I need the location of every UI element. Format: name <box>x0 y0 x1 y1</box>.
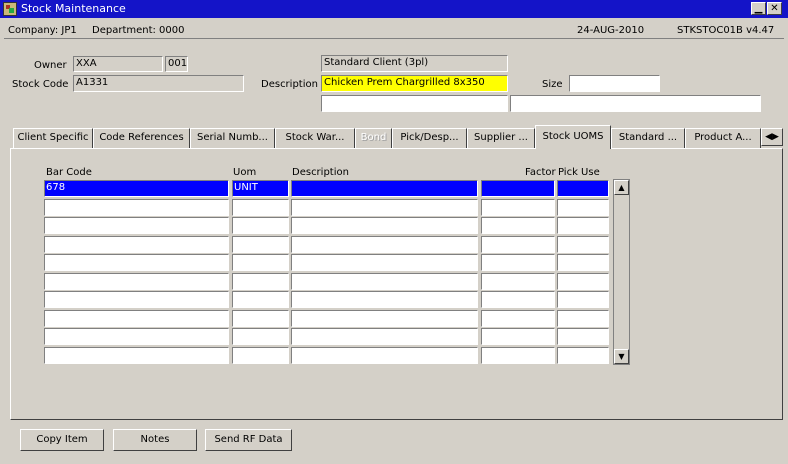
factor-cell[interactable] <box>481 180 555 197</box>
pick-use-cell[interactable] <box>557 328 609 345</box>
description-cell[interactable] <box>291 310 478 327</box>
factor-cell[interactable] <box>481 328 555 345</box>
client-name-field: Standard Client (3pl) <box>321 55 508 72</box>
uom-cell[interactable] <box>232 328 289 345</box>
title-bar[interactable]: Stock Maintenance ▁ ✕ <box>0 0 788 18</box>
tab-serial-numbers[interactable]: Serial Numb... <box>190 128 275 148</box>
bar-code-cell[interactable] <box>44 328 229 345</box>
bar-code-cell[interactable]: 678 <box>44 180 229 197</box>
description-cell[interactable] <box>291 236 478 253</box>
uom-cell[interactable] <box>232 236 289 253</box>
scroll-down-icon[interactable]: ▼ <box>614 349 629 364</box>
uom-cell[interactable] <box>232 217 289 234</box>
factor-cell[interactable] <box>481 217 555 234</box>
factor-cell[interactable] <box>481 291 555 308</box>
bar-code-cell[interactable] <box>44 217 229 234</box>
window-title: Stock Maintenance <box>21 2 126 15</box>
col-bar-code: Bar Code <box>46 167 92 178</box>
bar-code-cell[interactable] <box>44 347 229 364</box>
pick-use-cell[interactable] <box>557 273 609 290</box>
copy-item-button[interactable]: Copy Item <box>20 429 104 451</box>
bar-code-cell[interactable] <box>44 236 229 253</box>
description-cell[interactable] <box>291 291 478 308</box>
uom-cell[interactable] <box>232 199 289 216</box>
owner-number-field[interactable]: 001 <box>165 56 188 72</box>
factor-cell[interactable] <box>481 236 555 253</box>
bar-code-cell[interactable] <box>44 273 229 290</box>
description-cell[interactable] <box>291 328 478 345</box>
pick-use-cell[interactable] <box>557 236 609 253</box>
program-label: STKSTOC01B v4.47 <box>677 25 775 36</box>
tab-stock-warehouse[interactable]: Stock War... <box>275 128 355 148</box>
grid-scrollbar[interactable]: ▲ ▼ <box>613 179 630 365</box>
description-cell[interactable] <box>291 180 478 197</box>
description-cell[interactable] <box>291 347 478 364</box>
description-field[interactable]: Chicken Prem Chargrilled 8x350 <box>321 75 508 92</box>
extra-field-2[interactable] <box>510 95 761 112</box>
notes-button[interactable]: Notes <box>113 429 197 451</box>
date-label: 24-AUG-2010 <box>577 25 645 36</box>
tab-client-specific[interactable]: Client Specific <box>13 128 93 148</box>
description-cell[interactable] <box>291 199 478 216</box>
tab-pick-despatch[interactable]: Pick/Desp... <box>392 128 467 148</box>
uom-cell[interactable] <box>232 254 289 271</box>
pick-use-cell[interactable] <box>557 310 609 327</box>
department-label: Department: 0000 <box>92 25 185 36</box>
bar-code-cell[interactable] <box>44 310 229 327</box>
size-label: Size <box>542 79 563 90</box>
tab-bond: Bond <box>355 128 392 148</box>
stock-code-label: Stock Code <box>12 79 69 90</box>
owner-code-field[interactable]: XXA <box>73 56 163 72</box>
pick-use-cell[interactable] <box>557 180 609 197</box>
description-cell[interactable] <box>291 273 478 290</box>
tab-stock-uoms[interactable]: Stock UOMS <box>535 125 611 149</box>
description-cell[interactable] <box>291 217 478 234</box>
factor-cell[interactable] <box>481 199 555 216</box>
uom-cell[interactable] <box>232 310 289 327</box>
uom-cell[interactable] <box>232 273 289 290</box>
description-label: Description <box>261 79 318 90</box>
pick-use-cell[interactable] <box>557 347 609 364</box>
bar-code-cell[interactable] <box>44 199 229 216</box>
send-rf-data-button[interactable]: Send RF Data <box>205 429 292 451</box>
col-uom: Uom <box>233 167 257 178</box>
uom-cell[interactable]: UNIT <box>232 180 289 197</box>
factor-cell[interactable] <box>481 273 555 290</box>
extra-field-1[interactable] <box>321 95 508 112</box>
company-label: Company: JP1 <box>8 25 77 36</box>
pick-use-cell[interactable] <box>557 291 609 308</box>
col-pick-use: Pick Use <box>558 167 600 178</box>
size-field[interactable] <box>569 75 660 92</box>
info-bar: Company: JP1 Department: 0000 24-AUG-201… <box>4 22 784 39</box>
tab-product-attributes[interactable]: Product A... <box>685 128 761 148</box>
factor-cell[interactable] <box>481 310 555 327</box>
factor-cell[interactable] <box>481 347 555 364</box>
app-icon <box>3 2 17 16</box>
factor-cell[interactable] <box>481 254 555 271</box>
stock-code-field[interactable]: A1331 <box>73 75 244 92</box>
tab-scroll-arrows-icon[interactable]: ◀▶ <box>761 128 783 146</box>
pick-use-cell[interactable] <box>557 199 609 216</box>
col-description: Description <box>292 167 349 178</box>
description-cell[interactable] <box>291 254 478 271</box>
col-factor: Factor <box>525 167 556 178</box>
bar-code-cell[interactable] <box>44 254 229 271</box>
close-button[interactable]: ✕ <box>767 2 782 15</box>
uom-cell[interactable] <box>232 291 289 308</box>
tab-standard[interactable]: Standard ... <box>611 128 685 148</box>
minimize-button[interactable]: ▁ <box>751 2 766 15</box>
tab-supplier[interactable]: Supplier ... <box>467 128 535 148</box>
tab-code-references[interactable]: Code References <box>93 128 190 148</box>
pick-use-cell[interactable] <box>557 217 609 234</box>
owner-label: Owner <box>34 60 67 71</box>
pick-use-cell[interactable] <box>557 254 609 271</box>
bar-code-cell[interactable] <box>44 291 229 308</box>
uom-cell[interactable] <box>232 347 289 364</box>
scroll-up-icon[interactable]: ▲ <box>614 180 629 195</box>
